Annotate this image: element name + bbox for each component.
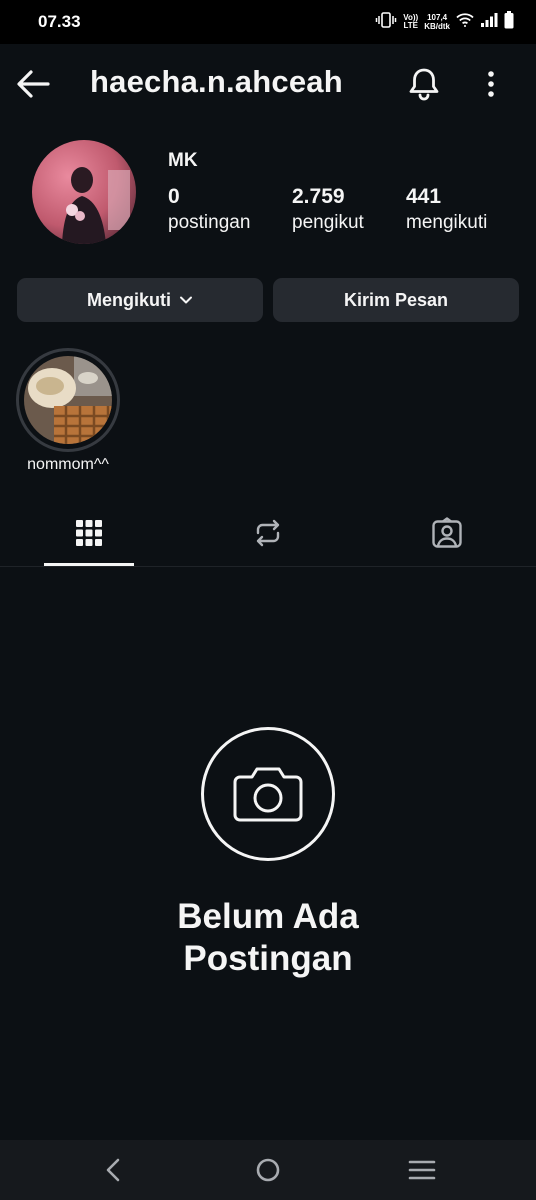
back-button[interactable] xyxy=(14,64,54,104)
status-time: 07.33 xyxy=(38,12,81,31)
nav-home-button[interactable] xyxy=(248,1150,288,1190)
menu-icon xyxy=(408,1160,436,1180)
notifications-button[interactable] xyxy=(404,64,444,104)
stat-followers[interactable]: 2.759 pengikut xyxy=(292,184,364,236)
stat-followers-value: 2.759 xyxy=(292,185,345,208)
battery-icon xyxy=(504,10,514,34)
profile-tabs xyxy=(0,500,536,567)
profile-display-name: MK xyxy=(168,150,198,171)
empty-state-title-line2: Postingan xyxy=(183,939,353,978)
wifi-icon xyxy=(456,12,474,32)
stat-posts[interactable]: 0 postingan xyxy=(168,184,250,236)
stat-posts-label: postingan xyxy=(168,212,251,233)
story-highlight[interactable] xyxy=(16,348,120,452)
speed-value: 107,4 xyxy=(427,13,448,22)
volte-icon: Vo)) LTE xyxy=(403,14,418,30)
status-bar: 07.33 Vo)) LTE 107,4 KB/dtk xyxy=(0,0,536,44)
stat-following-label: mengikuti xyxy=(406,212,488,233)
stat-posts-value: 0 xyxy=(168,185,180,208)
camera-icon xyxy=(233,767,303,822)
nav-menu-button[interactable] xyxy=(402,1150,442,1190)
tab-reposts[interactable] xyxy=(179,500,357,566)
more-options-button[interactable] xyxy=(474,64,508,104)
tagged-icon xyxy=(432,517,462,548)
reposts-icon xyxy=(256,519,280,547)
chevron-down-icon xyxy=(180,296,192,304)
send-message-button[interactable]: Kirim Pesan xyxy=(273,278,519,322)
profile-avatar[interactable] xyxy=(32,140,136,244)
stat-followers-label: pengikut xyxy=(292,212,364,233)
send-message-label: Kirim Pesan xyxy=(343,289,449,310)
signal-icon xyxy=(480,12,498,33)
home-icon xyxy=(256,1158,280,1182)
following-button[interactable]: Mengikuti xyxy=(17,278,263,322)
status-icons: Vo)) LTE 107,4 KB/dtk xyxy=(375,8,514,36)
empty-state-title-line1: Belum Ada xyxy=(177,897,359,936)
profile-username: haecha.n.ahceah xyxy=(90,64,343,99)
empty-state-circle xyxy=(201,727,335,861)
volte-line2: LTE xyxy=(403,21,418,30)
active-tab-indicator xyxy=(44,563,134,566)
tab-grid[interactable] xyxy=(0,500,178,566)
highlight-cover xyxy=(24,356,112,444)
network-speed: 107,4 KB/dtk xyxy=(424,13,450,31)
profile-header: haecha.n.ahceah xyxy=(0,44,536,124)
stat-following-value: 441 xyxy=(406,185,442,208)
tab-tagged[interactable] xyxy=(358,500,536,566)
bell-icon xyxy=(409,68,439,101)
system-nav-bar xyxy=(0,1140,536,1200)
back-arrow-icon xyxy=(17,70,50,98)
empty-state-title: Belum Ada Postingan xyxy=(0,896,536,980)
following-button-label: Mengikuti xyxy=(87,289,171,310)
grid-icon xyxy=(76,520,102,546)
nav-back-button[interactable] xyxy=(94,1150,134,1190)
highlight-label: nommom^^ xyxy=(27,456,109,473)
back-icon xyxy=(106,1158,120,1182)
speed-unit: KB/dtk xyxy=(424,22,450,31)
more-vertical-icon xyxy=(488,71,494,97)
vibrate-icon xyxy=(375,11,397,33)
stat-following[interactable]: 441 mengikuti xyxy=(406,184,487,236)
